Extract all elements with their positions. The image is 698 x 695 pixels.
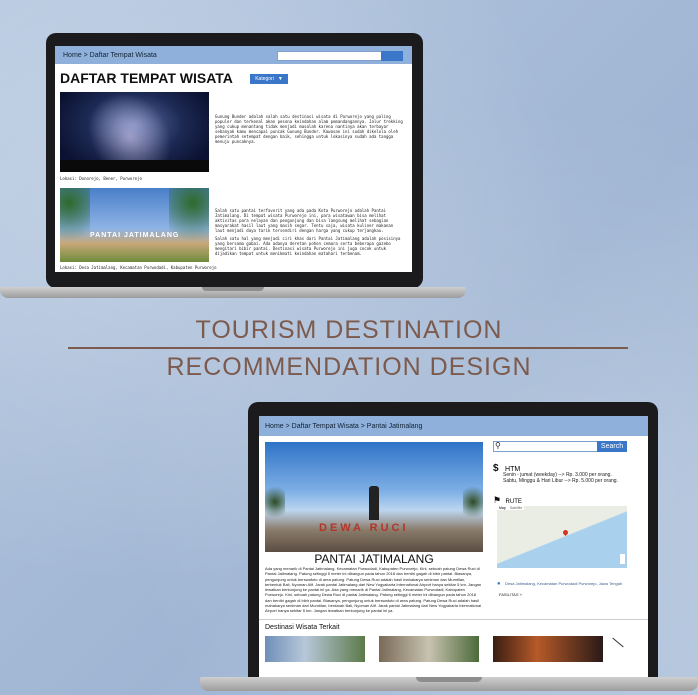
- statue-sign: DEWA RUCI: [319, 522, 409, 534]
- trees-left: [265, 482, 285, 522]
- htm-line-2: Sabtu, Minggu & Hari Libur --> Rp. 5.000…: [503, 478, 618, 484]
- detail-search-button[interactable]: Search: [597, 441, 627, 452]
- route-icon: ⚑: [493, 495, 502, 505]
- address-row: ● Desa Jatimalang, Kecamatan Purwodadi P…: [497, 572, 632, 590]
- detail-body: Ada yang menarik di Pantai Jatimalang, K…: [265, 566, 482, 614]
- search-icon: ⚲: [495, 441, 501, 450]
- fasilitas-label: FASILITAS: [499, 592, 519, 597]
- trees-right: [463, 482, 483, 522]
- chevron-down-icon: ˅: [519, 592, 522, 597]
- map-sea: [497, 506, 627, 568]
- next-arrow-icon[interactable]: [612, 637, 624, 648]
- navbar-detail: Home > Daftar Tempat Wisata > Pantai Jat…: [259, 416, 648, 436]
- address-text: Desa Jatimalang, Kecamatan Purwodadi Pur…: [505, 581, 623, 586]
- rute-label: RUTE: [505, 499, 522, 505]
- related-divider: [259, 619, 648, 620]
- laptop-bottom-notch: [416, 677, 482, 682]
- related-card-3[interactable]: [493, 636, 603, 662]
- map-tab-bar: Map Satellite: [497, 506, 525, 510]
- laptop-bottom: Home > Daftar Tempat Wisata > Pantai Jat…: [0, 0, 698, 695]
- detail-title: PANTAI JATIMALANG: [314, 552, 434, 566]
- zoom-controls[interactable]: [620, 554, 625, 564]
- fasilitas-dropdown[interactable]: FASILITAS ˅: [499, 592, 522, 598]
- related-card-1[interactable]: [265, 636, 365, 662]
- statue: [369, 486, 379, 520]
- related-card-2[interactable]: [379, 636, 479, 662]
- route-map[interactable]: Map Satellite: [497, 506, 627, 568]
- dollar-icon: $: [493, 463, 499, 474]
- laptop-bottom-display: Home > Daftar Tempat Wisata > Pantai Jat…: [259, 416, 648, 678]
- detail-search-input[interactable]: ⚲: [493, 441, 599, 452]
- map-tab-satellite[interactable]: Satellite: [508, 506, 524, 510]
- hero-image[interactable]: DEWA RUCI: [265, 442, 483, 552]
- breadcrumb-detail[interactable]: Home > Daftar Tempat Wisata > Pantai Jat…: [265, 423, 422, 430]
- map-tab-map[interactable]: Map: [497, 506, 508, 510]
- location-pin-icon: ●: [497, 581, 501, 587]
- related-title: Destinasi Wisata Terkait: [265, 624, 340, 631]
